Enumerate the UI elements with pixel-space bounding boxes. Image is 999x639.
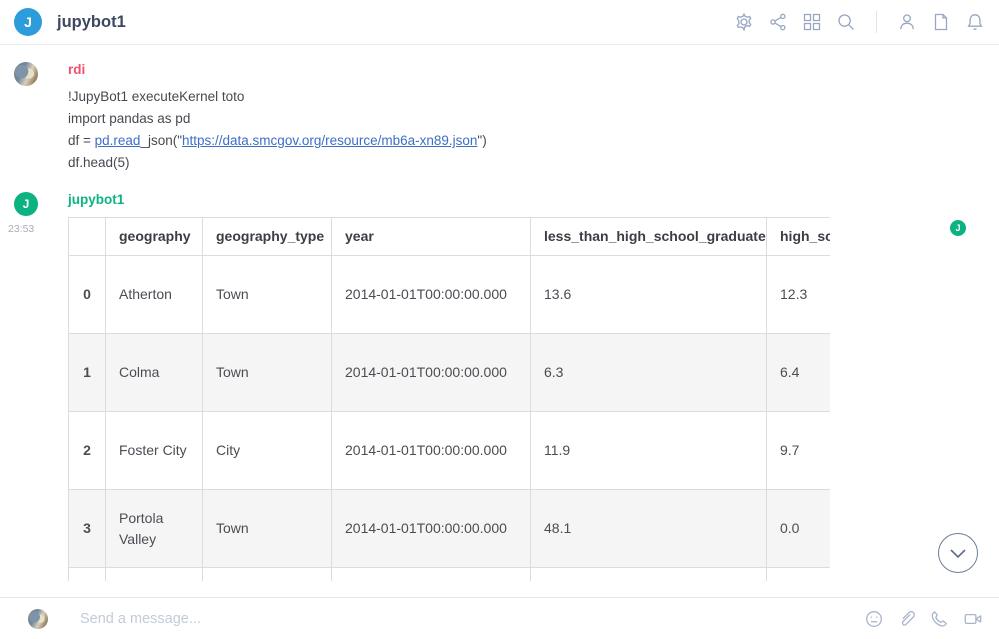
column-header: geography [106,218,203,256]
message-line: import pandas as pd [68,108,999,130]
table-cell: 0.0 [767,490,831,568]
table-cell [332,568,531,582]
profile-icon[interactable] [897,12,917,32]
row-index-cell [69,568,106,582]
table-cell: 13.6 [531,256,767,334]
table-row: 1ColmaTown2014-01-01T00:00:00.0006.36.4 [69,334,831,412]
table-cell: 2014-01-01T00:00:00.000 [332,490,531,568]
chevron-down-icon [938,533,978,573]
channel-avatar[interactable]: J [14,8,42,36]
message-username[interactable]: jupybot1 [68,192,999,207]
settings-icon[interactable] [734,12,754,32]
message-composer [0,597,999,639]
message-link[interactable]: pd.read [95,133,141,148]
column-header: geography_type [203,218,332,256]
table-cell: 2014-01-01T00:00:00.000 [332,412,531,490]
table-cell: Town [203,334,332,412]
row-index-cell: 3 [69,490,106,568]
message-line: !JupyBot1 executeKernel toto [68,86,999,108]
table-row: 2Foster CityCity2014-01-01T00:00:00.0001… [69,412,831,490]
row-index-cell: 1 [69,334,106,412]
message-line: df = pd.read_json("https://data.smcgov.o… [68,130,999,152]
column-header: year [332,218,531,256]
table-cell: Portola Valley [106,490,203,568]
table-cell [531,568,767,582]
table-cell: 2014-01-01T00:00:00.000 [332,334,531,412]
document-icon[interactable] [931,12,951,32]
table-cell: Town [203,490,332,568]
column-header: less_than_high_school_graduate [531,218,767,256]
table-row: 0AthertonTown2014-01-01T00:00:00.00013.6… [69,256,831,334]
message-username[interactable]: rdi [68,62,999,77]
message-timestamp: 23:53 [8,223,34,235]
row-index-cell: 2 [69,412,106,490]
bot-avatar[interactable]: J [14,192,38,216]
message-list: rdi !JupyBot1 executeKernel toto import p… [0,45,999,597]
table-cell: Foster City [106,412,203,490]
user-avatar[interactable] [14,62,38,86]
table-cell: 12.3 [767,256,831,334]
search-icon[interactable] [836,12,856,32]
message-text-segment: df.head(5) [68,155,130,170]
notifications-icon[interactable] [965,12,985,32]
header-actions [734,11,985,33]
table-cell: 48.1 [531,490,767,568]
table-cell [203,568,332,582]
table-cell [767,568,831,582]
table-cell: City [203,412,332,490]
share-icon[interactable] [768,12,788,32]
table-row: 3Portola ValleyTown2014-01-01T00:00:00.0… [69,490,831,568]
dataframe-table: geographygeography_typeyearless_than_hig… [68,217,830,581]
scroll-to-bottom-button[interactable] [938,533,978,573]
message-text-segment: df = [68,133,95,148]
message-text-segment: _json(" [140,133,182,148]
table-cell: Town [203,256,332,334]
message-text-segment: import pandas as pd [68,111,190,126]
attachment-icon[interactable] [897,609,917,629]
table-cell: 6.4 [767,334,831,412]
message-line: df.head(5) [68,152,999,174]
read-receipt-badge: J [950,220,966,236]
video-call-icon[interactable] [963,609,983,629]
apps-grid-icon[interactable] [802,12,822,32]
message-text-segment: !JupyBot1 executeKernel toto [68,89,244,104]
table-cell: Atherton [106,256,203,334]
table-cell: 9.7 [767,412,831,490]
message-input[interactable] [80,611,864,627]
self-avatar[interactable] [28,609,48,629]
message-jupybot1: J 23:53 jupybot1 geographygeography_type… [0,192,999,581]
message-text-segment: ") [477,133,486,148]
table-cell: 6.3 [531,334,767,412]
composer-actions [864,609,983,629]
table-cell [106,568,203,582]
emoji-icon[interactable] [864,609,884,629]
dataframe-output: geographygeography_typeyearless_than_hig… [68,217,830,581]
message-link[interactable]: https://data.smcgov.org/resource/mb6a-xn… [182,133,477,148]
table-header-row: geographygeography_typeyearless_than_hig… [69,218,831,256]
column-header: high_school_graduate [767,218,831,256]
row-index-cell: 0 [69,256,106,334]
table-cell: Colma [106,334,203,412]
audio-call-icon[interactable] [930,609,950,629]
channel-title: jupybot1 [57,13,126,32]
header-divider [876,11,877,33]
table-cell: 2014-01-01T00:00:00.000 [332,256,531,334]
message-rdi: rdi !JupyBot1 executeKernel toto import p… [0,62,999,174]
channel-header: J jupybot1 [0,0,999,45]
column-header [69,218,106,256]
table-row [69,568,831,582]
table-cell: 11.9 [531,412,767,490]
message-text: !JupyBot1 executeKernel toto import panda… [68,86,999,174]
